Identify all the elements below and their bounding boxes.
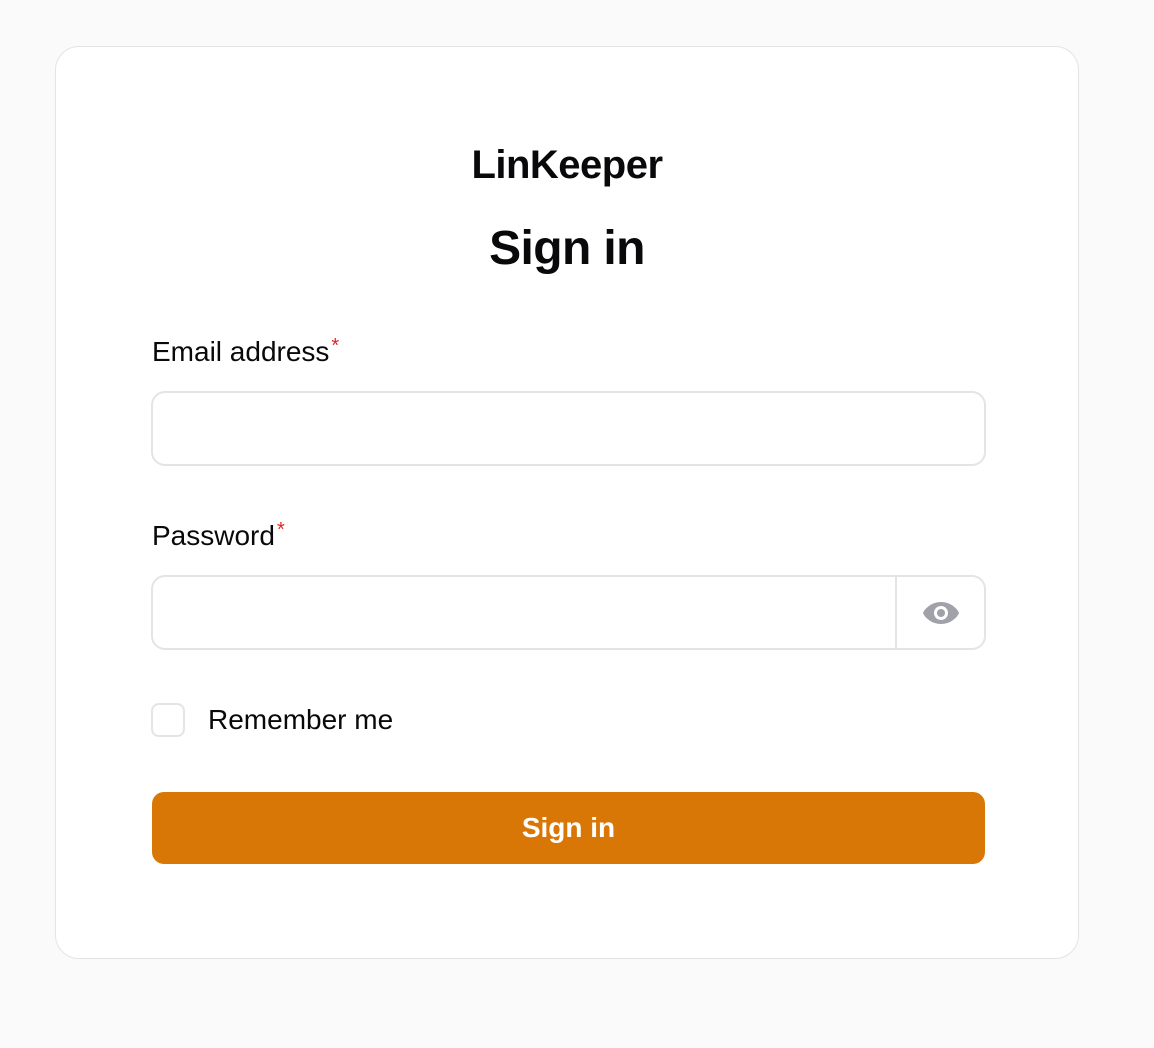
email-label: Email address *: [152, 335, 339, 369]
remember-me-checkbox[interactable]: [151, 703, 185, 737]
email-field[interactable]: [153, 393, 984, 464]
password-field-wrapper: [151, 575, 986, 650]
email-field-wrapper: [151, 391, 986, 466]
password-label-text: Password: [152, 520, 275, 551]
email-label-text: Email address: [152, 336, 330, 367]
password-label: Password *: [152, 519, 285, 553]
password-field[interactable]: [153, 577, 895, 648]
brand-name: LinKeeper: [471, 143, 663, 187]
toggle-password-visibility-button[interactable]: [895, 577, 984, 648]
password-required-mark: *: [276, 519, 285, 541]
sign-in-button[interactable]: Sign in: [152, 792, 985, 864]
page-title: Sign in: [489, 222, 645, 275]
email-required-mark: *: [331, 335, 340, 357]
remember-me-label[interactable]: Remember me: [208, 703, 393, 737]
eye-icon: [922, 601, 959, 624]
sign-in-card: LinKeeper Sign in Email address * Passwor…: [55, 46, 1079, 959]
